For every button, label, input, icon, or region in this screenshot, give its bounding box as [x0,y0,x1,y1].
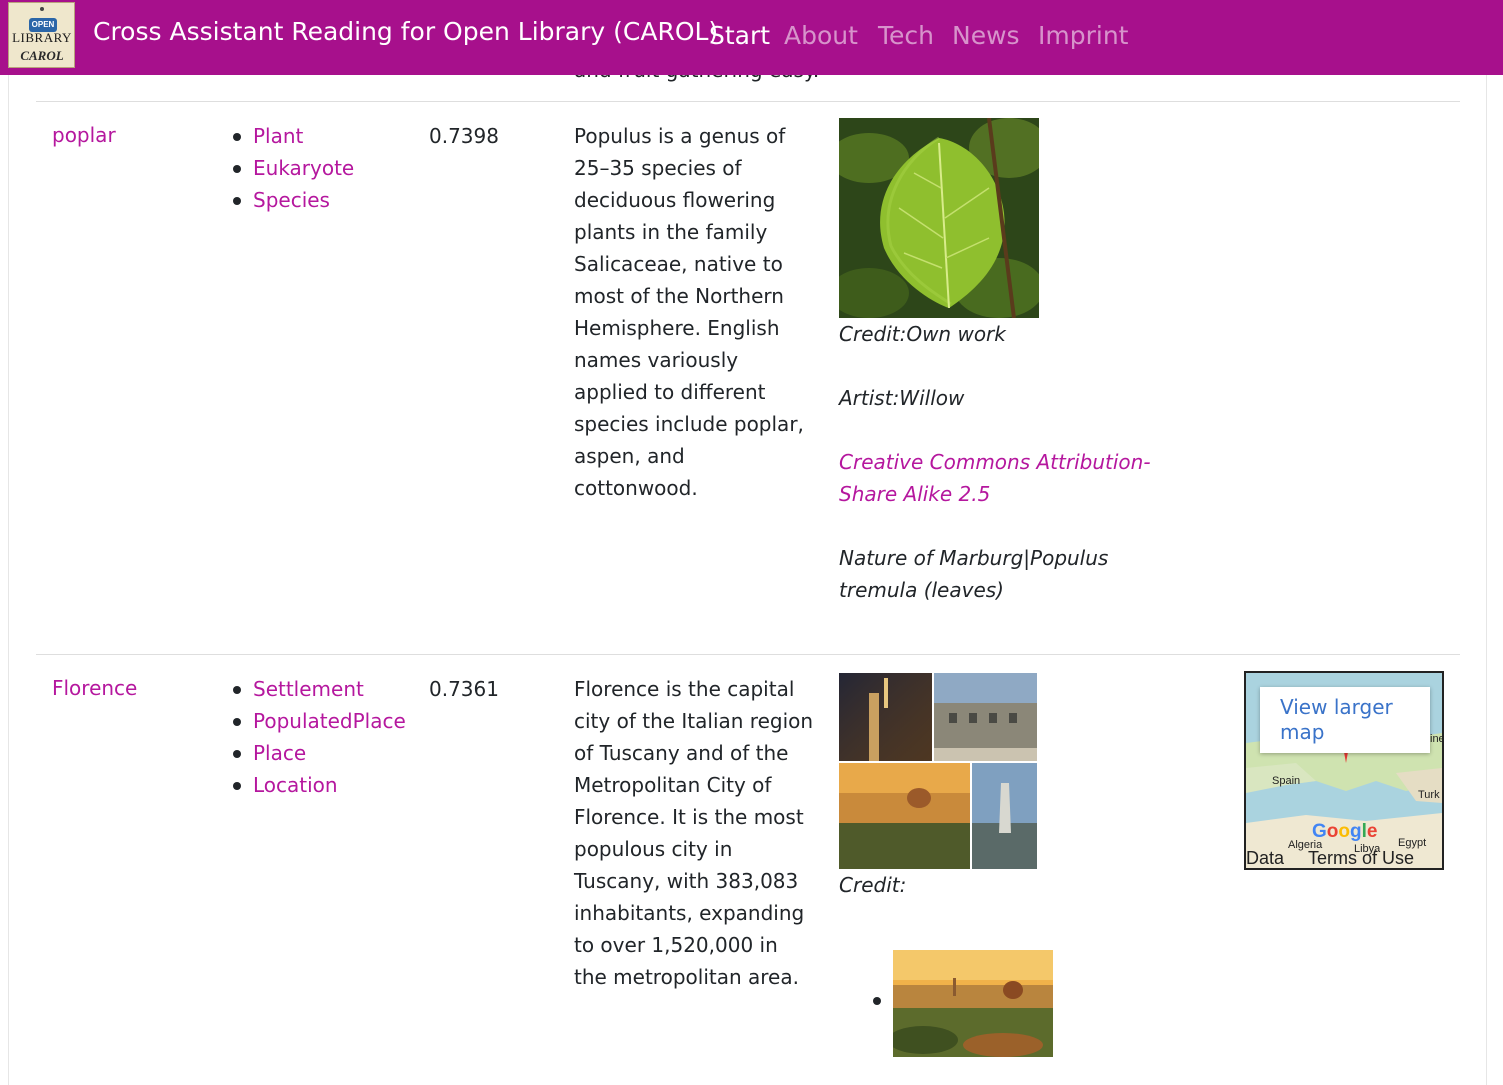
thumbnail-bullet [873,997,881,1005]
logo-library-text: LIBRARY [12,30,72,45]
type-item: Eukaryote [232,152,354,184]
nav-news[interactable]: News [952,21,1020,50]
type-link[interactable]: Plant [253,124,303,148]
type-item: Location [232,769,406,801]
type-link[interactable]: PopulatedPlace [253,709,406,733]
type-item: Species [232,184,354,216]
description: Florence is the capital city of the Ital… [574,677,814,989]
image-credit: Credit:Own work [839,322,1006,346]
nav-tech[interactable]: Tech [878,21,934,50]
google-logo: Google [1312,821,1378,842]
type-list: Plant Eukaryote Species [232,120,354,216]
image-caption: Nature of Marburg|Populus tremula (leave… [839,546,1109,602]
type-link[interactable]: Place [253,741,306,765]
navbar-brand[interactable]: Cross Assistant Reading for Open Library… [93,17,718,46]
logo-carol-text: CAROL [20,48,64,63]
florence-collage-image [839,673,1037,869]
map-label: Spain [1272,775,1301,787]
map-card: View larger map [1260,687,1430,753]
image-artist: Artist:Willow [839,386,965,410]
type-list: Settlement PopulatedPlace Place Location [232,673,406,801]
row-divider [36,101,1460,102]
type-item: PopulatedPlace [232,705,406,737]
score-value: 0.7361 [429,677,499,701]
florence-panorama-thumbnail [893,950,1053,1057]
nav-start[interactable]: Start [709,21,770,50]
map-terms-link[interactable]: Terms of Use [1308,848,1414,868]
location-map[interactable]: Spain Turk Algeria Libya Egypt ine Googl… [1244,671,1444,870]
description: Populus is a genus of 25–35 species of d… [574,124,804,500]
poplar-leaf-image [839,118,1039,318]
type-item: Settlement [232,673,406,705]
map-footer: Data Terms of Use [1246,848,1442,868]
row-divider [36,654,1460,655]
image-column: Credit: [839,673,1219,901]
type-item: Plant [232,120,354,152]
image-license-link[interactable]: Creative Commons Attribution-Share Alike… [839,446,1189,510]
map-data-link[interactable]: Data [1246,848,1284,868]
nav-imprint[interactable]: Imprint [1038,21,1128,50]
image-credit: Credit: [839,873,907,897]
view-larger-map-link[interactable]: View larger map [1280,695,1420,745]
type-link[interactable]: Eukaryote [253,156,354,180]
nav-about[interactable]: About [784,21,858,50]
map-label: Turk [1418,789,1440,801]
term-link-poplar[interactable]: poplar [52,123,116,147]
type-link[interactable]: Location [253,773,338,797]
type-link[interactable]: Species [253,188,330,212]
type-item: Place [232,737,406,769]
navbar: OPEN LIBRARY CAROL Cross Assistant Readi… [0,0,1503,75]
map-label: ine [1430,733,1444,745]
score-value: 0.7398 [429,124,499,148]
type-link[interactable]: Settlement [253,677,364,701]
image-column: Credit:Own work Artist:Willow Creative C… [839,118,1219,606]
term-link-florence[interactable]: Florence [52,676,137,700]
carol-logo[interactable]: OPEN LIBRARY CAROL [8,2,75,68]
